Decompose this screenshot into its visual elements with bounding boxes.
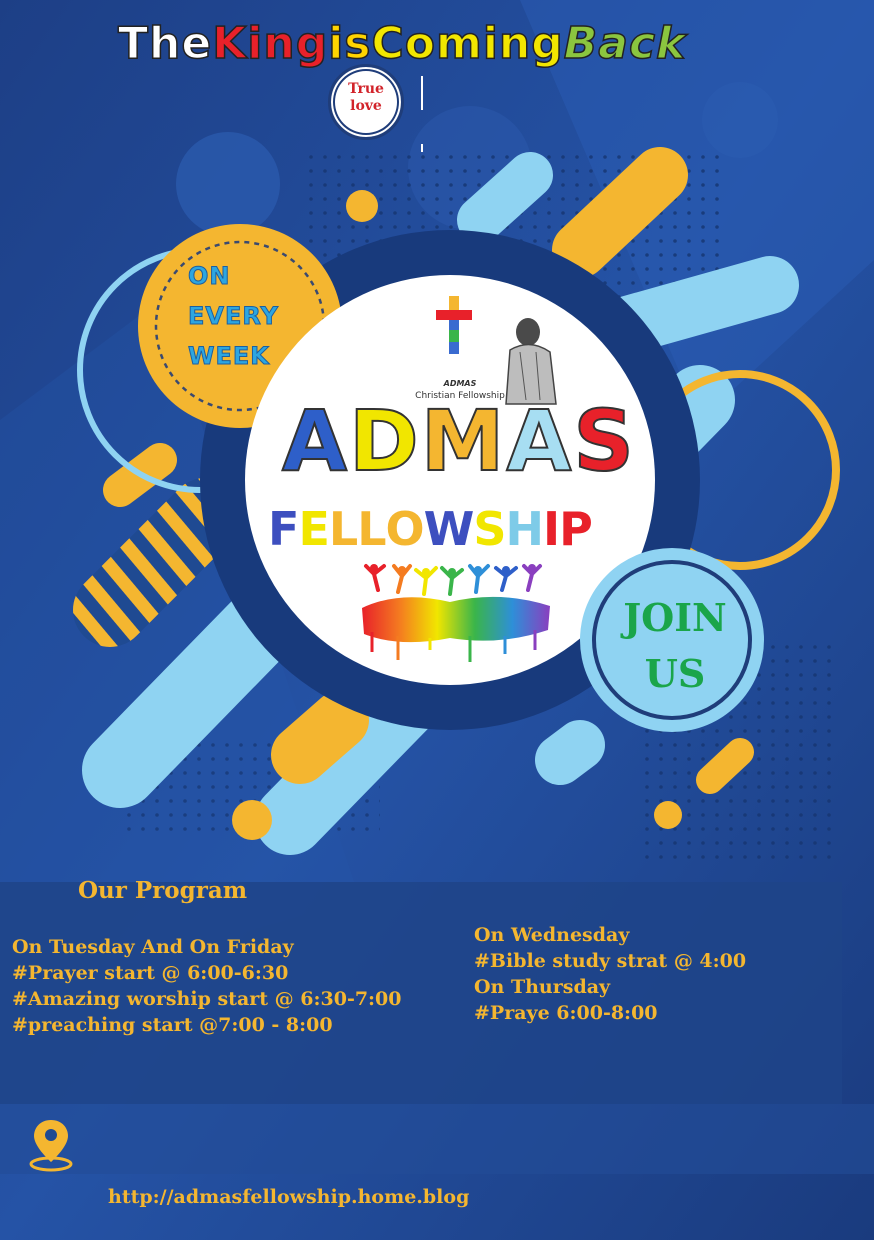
true-love-seal: True love: [328, 64, 404, 140]
program-title: Our Program: [78, 877, 248, 904]
admas-title: ADMAS: [281, 391, 652, 491]
title-letter: S: [572, 391, 636, 491]
headline: The King is Coming Back: [117, 17, 838, 78]
title-letter: H: [505, 502, 544, 556]
title-letter: D: [348, 391, 421, 491]
fellowship-title: FELLOWSHIP: [268, 502, 648, 562]
schedule-line: On Tuesday And On Friday: [12, 936, 294, 958]
title-letter: A: [281, 391, 350, 491]
title-letter: I: [543, 502, 560, 556]
schedule-line: #Prayer start @ 6:00-6:30: [12, 962, 289, 984]
website-link[interactable]: http://admasfellowship.home.blog: [108, 1186, 469, 1208]
title-letter: W: [423, 502, 475, 556]
title-letter: P: [559, 502, 593, 556]
logo-org: ADMAS: [443, 379, 477, 388]
title-letter: O: [385, 502, 425, 556]
schedule-line: On Wednesday: [474, 924, 630, 946]
headline-part: is: [327, 17, 372, 70]
headline-part: Coming: [371, 17, 564, 70]
schedule-right: On Wednesday #Bible study strat @ 4:00 O…: [474, 922, 746, 1026]
schedule-line: #Amazing worship start @ 6:30-7:00: [12, 988, 402, 1010]
title-letter: E: [298, 502, 329, 556]
join-us-badge-text: JOIN US: [623, 595, 727, 696]
title-letter: F: [268, 502, 299, 556]
schedule-left: On Tuesday And On Friday #Prayer start @…: [12, 934, 402, 1038]
schedule-line: #preaching start @7:00 - 8:00: [12, 1014, 333, 1036]
schedule-line: #Praye 6:00-8:00: [474, 1002, 658, 1024]
schedule-line: On Thursday: [474, 976, 611, 998]
title-letter: S: [473, 502, 506, 556]
location-pin-icon: [29, 1120, 73, 1172]
title-letter: L: [357, 502, 386, 556]
headline-part: King: [211, 17, 329, 70]
title-letter: M: [420, 391, 507, 491]
schedule-line: #Bible study strat @ 4:00: [474, 950, 747, 972]
title-letter: L: [328, 502, 358, 556]
title-letter: A: [505, 391, 574, 491]
seal-text: True love: [348, 81, 384, 114]
headline-part: Back: [563, 17, 687, 70]
every-week-badge-text: ON EVERY WEEK: [188, 262, 279, 371]
headline-part: The: [117, 17, 213, 70]
